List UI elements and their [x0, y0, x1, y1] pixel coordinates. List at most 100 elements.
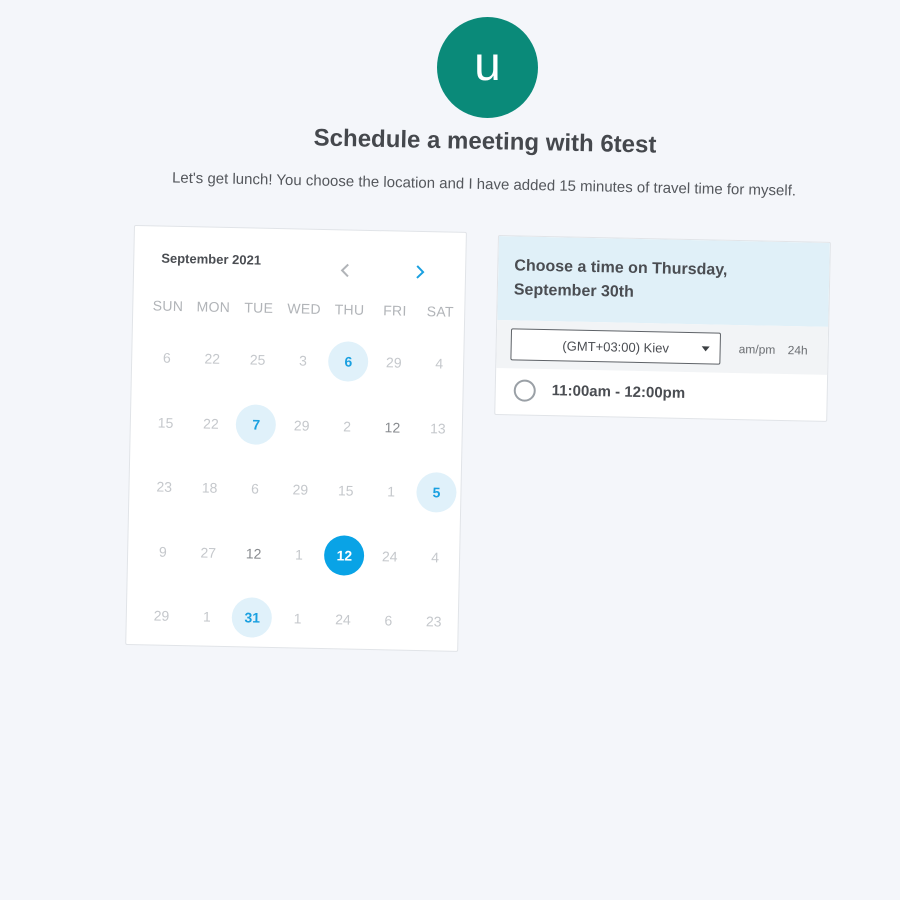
- weekday-label: WED: [287, 300, 322, 317]
- page-description: Let's get lunch! You choose the location…: [171, 169, 797, 200]
- calendar-week-row: 23 18 6 29 15 1 5: [141, 466, 460, 537]
- calendar-week-row: 15 22 7 29 2 12 13: [142, 402, 461, 473]
- calendar-day: 22: [189, 338, 235, 379]
- calendar-day: 13: [415, 407, 461, 448]
- day-number: 6: [250, 480, 260, 497]
- calendar-day: 1: [275, 598, 321, 639]
- day-number: 27: [200, 543, 217, 561]
- calendar-day: 9: [140, 531, 186, 572]
- day-number: 2: [343, 417, 352, 435]
- calendar: September 2021 SUN MON TUE WED THU FRI SAT 6 22…: [125, 225, 467, 652]
- calendar-day: 6: [144, 337, 190, 378]
- chevron-right-icon: [416, 265, 425, 279]
- calendar-day: 18: [186, 467, 232, 508]
- day-number: 5: [416, 471, 457, 513]
- day-number: 12: [323, 534, 365, 576]
- time-panel-toolbar: (GMT+03:00) Kiev am/pm 24h: [496, 320, 829, 375]
- day-number: 24: [335, 611, 351, 628]
- 24h-format-toggle[interactable]: 24h: [788, 343, 808, 357]
- day-number: 22: [202, 414, 219, 432]
- chevron-left-icon: [340, 263, 349, 278]
- time-slot[interactable]: 11:00am - 12:00pm: [495, 368, 827, 422]
- weekday-label: FRI: [383, 302, 407, 319]
- calendar-day-available[interactable]: 31: [229, 597, 275, 638]
- calendar-day: 15: [323, 470, 369, 511]
- day-number: 23: [156, 478, 173, 495]
- calendar-day: 6: [365, 600, 411, 641]
- calendar-day-available[interactable]: 6: [325, 341, 371, 382]
- calendar-month-label: September 2021: [161, 250, 262, 268]
- calendar-day: 29: [279, 405, 325, 446]
- calendar-day: 24: [320, 599, 366, 640]
- day-number: 13: [429, 419, 446, 437]
- weekday-label: TUE: [244, 299, 274, 316]
- day-number: 6: [384, 612, 393, 629]
- calendar-day: 12: [369, 406, 415, 447]
- weekday-header: SUN MON TUE WED THU FRI SAT: [145, 297, 463, 320]
- day-number: 6: [328, 341, 369, 382]
- heading-line-2: September 30th: [513, 281, 635, 301]
- day-number: 6: [162, 349, 171, 366]
- day-number: 25: [249, 351, 266, 368]
- day-number: 1: [294, 545, 304, 563]
- calendar-day: 2: [324, 406, 370, 447]
- avatar-initial: u: [474, 37, 501, 91]
- day-number: 4: [435, 355, 444, 372]
- host-avatar: u: [437, 17, 538, 118]
- day-number: 31: [231, 597, 273, 638]
- calendar-grid: 6 22 25 3 6 29 4 15 22 7 29 2 12 13 23 18 6 29 15 1 5 9 27 12 1 1…: [138, 337, 463, 666]
- calendar-week-row: 29 1 31 1 24 6 23: [138, 595, 457, 666]
- day-number: 15: [337, 482, 354, 499]
- calendar-day: 23: [411, 601, 457, 642]
- weekday-label: MON: [196, 298, 231, 316]
- day-number: 1: [387, 483, 396, 500]
- caret-down-icon: [701, 346, 710, 352]
- time-panel-heading: Choose a time on Thursday, September 30t…: [497, 236, 830, 327]
- calendar-day: 4: [416, 343, 462, 384]
- day-number: 24: [381, 547, 398, 565]
- day-number: 23: [425, 613, 442, 630]
- calendar-day: 24: [367, 535, 413, 576]
- calendar-day: 29: [138, 595, 184, 636]
- day-number: 9: [158, 543, 167, 560]
- calendar-day: 1: [276, 534, 322, 575]
- calendar-day: 12: [231, 533, 277, 574]
- day-number: 12: [245, 544, 262, 562]
- ampm-format-toggle[interactable]: am/pm: [739, 342, 776, 357]
- calendar-day: 1: [184, 596, 230, 637]
- calendar-day-available[interactable]: 7: [233, 403, 279, 445]
- weekday-label: SUN: [152, 297, 184, 315]
- next-month-button[interactable]: [408, 262, 432, 282]
- time-slot-label: 11:00am - 12:00pm: [551, 382, 686, 402]
- day-number: 4: [431, 548, 440, 565]
- calendar-day: 6: [232, 468, 278, 509]
- calendar-day: 15: [142, 402, 188, 443]
- calendar-day: 23: [141, 466, 187, 507]
- day-number: 15: [157, 414, 174, 431]
- day-number: 7: [235, 403, 277, 445]
- calendar-day: 3: [280, 340, 326, 381]
- calendar-day: 29: [277, 469, 323, 510]
- calendar-day-selected[interactable]: 12: [321, 534, 367, 576]
- weekday-label: THU: [334, 301, 365, 318]
- booking-page: u Schedule a meeting with 6test Let's ge…: [0, 0, 900, 900]
- calendar-week-row: 9 27 12 1 12 24 4: [139, 531, 458, 602]
- calendar-day: 25: [235, 339, 281, 380]
- day-number: 29: [385, 354, 402, 371]
- page-title: Schedule a meeting with 6test: [313, 124, 657, 159]
- prev-month-button[interactable]: [333, 260, 357, 280]
- day-number: 29: [292, 481, 309, 498]
- calendar-day: 27: [185, 532, 231, 573]
- day-number: 29: [293, 416, 310, 434]
- calendar-week-row: 6 22 25 3 6 29 4: [143, 337, 462, 408]
- day-number: 12: [384, 418, 401, 436]
- calendar-day-available[interactable]: 5: [413, 471, 459, 513]
- day-number: 18: [201, 479, 218, 496]
- day-number: 22: [204, 350, 221, 367]
- day-number: 3: [298, 352, 308, 369]
- day-number: 1: [202, 608, 211, 625]
- calendar-day: 29: [371, 342, 417, 383]
- timezone-select[interactable]: (GMT+03:00) Kiev: [510, 328, 722, 365]
- calendar-day: 22: [188, 403, 234, 444]
- time-slot-radio[interactable]: [513, 379, 536, 402]
